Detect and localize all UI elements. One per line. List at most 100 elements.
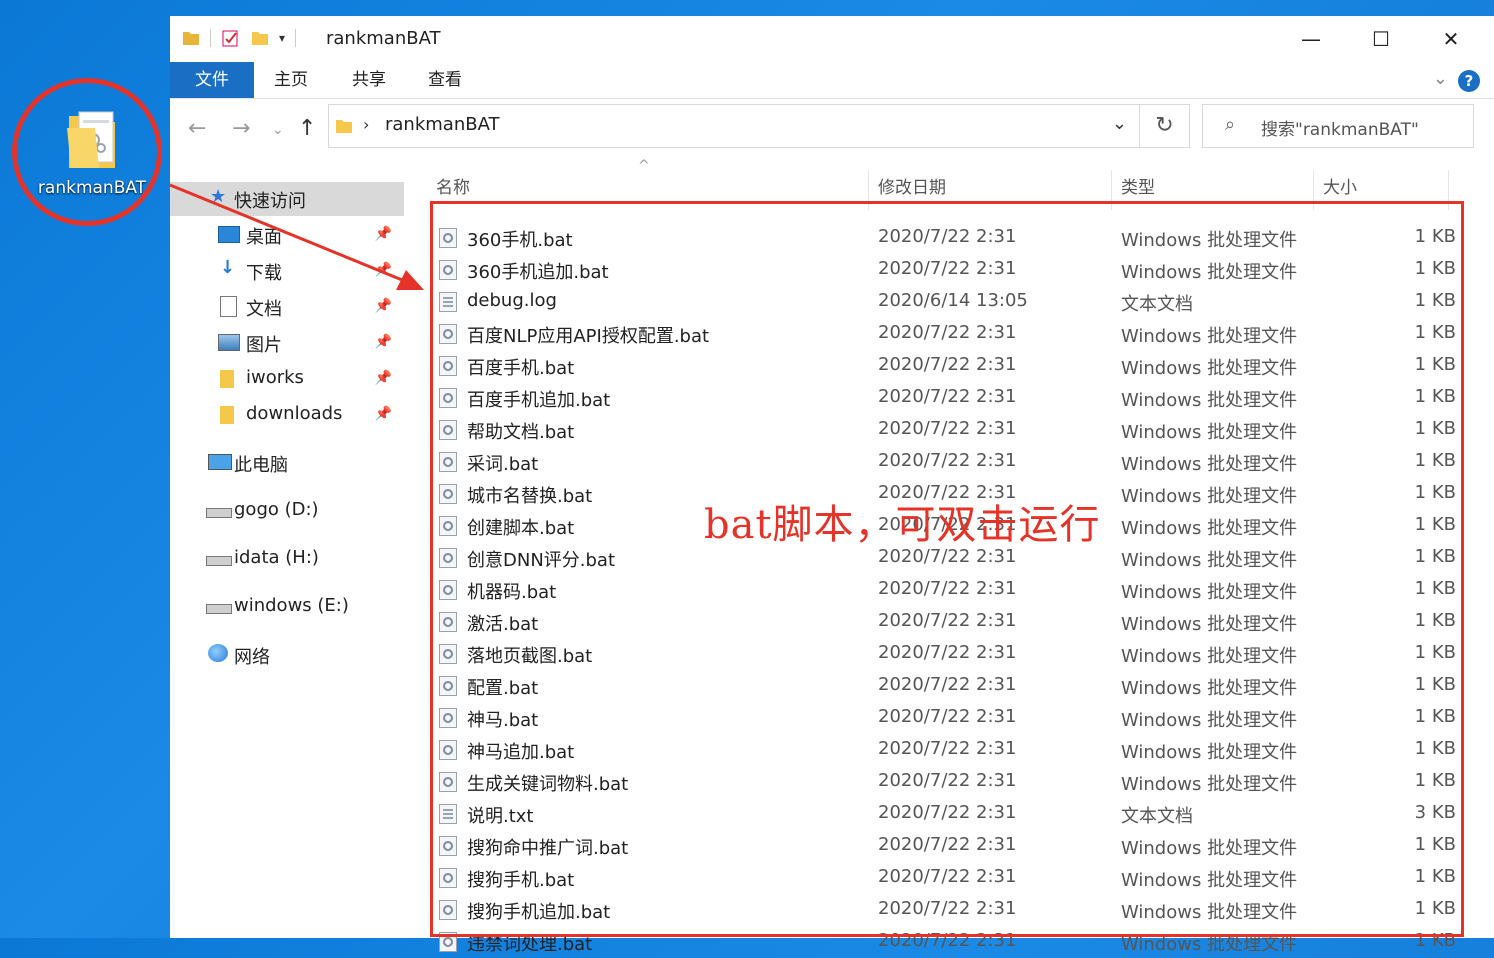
file-type: Windows 批处理文件 <box>1121 550 1298 571</box>
minimize-button[interactable]: — <box>1276 16 1346 62</box>
file-name: 采词.bat <box>467 454 539 475</box>
batch-file-icon <box>439 740 457 760</box>
address-dropdown-icon[interactable]: ⌄ <box>1112 113 1127 134</box>
table-row[interactable]: 生成关键词物料.bat 2020/7/22 2:31 Windows 批处理文件 1 … <box>428 766 1468 798</box>
file-date: 2020/7/22 2:31 <box>878 578 1017 599</box>
quick-access-toolbar: ▾ <box>182 28 297 48</box>
expand-ribbon-icon[interactable]: ⌄ <box>1433 68 1448 89</box>
batch-file-icon <box>439 900 457 920</box>
table-row[interactable]: 百度手机.bat 2020/7/22 2:31 Windows 批处理文件 1 KB <box>428 350 1468 382</box>
nav-item-documents[interactable]: 文档 📌 <box>170 290 404 324</box>
nav-item-network[interactable]: 网络 <box>170 638 404 672</box>
table-row[interactable]: 百度NLP应用API授权配置.bat 2020/7/22 2:31 Windows … <box>428 318 1468 350</box>
address-row: ← → ⌄ ↑ › rankmanBAT ⌄ ↻ ⌕ 搜索"rankmanBAT… <box>170 104 1494 152</box>
file-size: 1 KB <box>1414 674 1456 695</box>
file-date: 2020/7/22 2:31 <box>878 802 1017 823</box>
tab-home[interactable]: 主页 <box>254 62 328 98</box>
file-type: Windows 批处理文件 <box>1121 230 1298 251</box>
table-row[interactable]: 搜狗命中推广词.bat 2020/7/22 2:31 Windows 批处理文件 1 … <box>428 830 1468 862</box>
table-row[interactable]: 搜狗手机追加.bat 2020/7/22 2:31 Windows 批处理文件 1 K… <box>428 894 1468 926</box>
file-name: 说明.txt <box>467 806 534 827</box>
table-row[interactable]: 激活.bat 2020/7/22 2:31 Windows 批处理文件 1 KB <box>428 606 1468 638</box>
table-row[interactable]: 神马追加.bat 2020/7/22 2:31 Windows 批处理文件 1 KB <box>428 734 1468 766</box>
batch-file-icon <box>439 452 457 472</box>
nav-label: 桌面 <box>246 227 282 248</box>
document-icon <box>220 296 237 317</box>
search-box[interactable]: ⌕ 搜索"rankmanBAT" <box>1202 104 1474 148</box>
file-type: Windows 批处理文件 <box>1121 454 1298 475</box>
column-header-type[interactable]: 类型 <box>1121 166 1155 210</box>
title-bar: ▾ rankmanBAT — ☐ ✕ <box>170 16 1494 62</box>
file-type: Windows 批处理文件 <box>1121 838 1298 859</box>
table-row[interactable]: 机器码.bat 2020/7/22 2:31 Windows 批处理文件 1 KB <box>428 574 1468 606</box>
file-size: 1 KB <box>1414 834 1456 855</box>
nav-item-this-pc[interactable]: 此电脑 <box>170 446 404 480</box>
nav-label: 文档 <box>246 299 282 320</box>
table-row[interactable]: 百度手机追加.bat 2020/7/22 2:31 Windows 批处理文件 1 K… <box>428 382 1468 414</box>
column-header-size[interactable]: 大小 <box>1323 166 1357 210</box>
tab-file[interactable]: 文件 <box>170 62 254 98</box>
address-bar[interactable]: › rankmanBAT ⌄ <box>328 104 1140 148</box>
table-row[interactable]: 落地页截图.bat 2020/7/22 2:31 Windows 批处理文件 1 KB <box>428 638 1468 670</box>
new-folder-icon[interactable] <box>251 29 269 47</box>
batch-file-icon <box>439 676 457 696</box>
table-row[interactable]: 违禁词处理.bat 2020/7/22 2:31 Windows 批处理文件 1 KB <box>428 926 1468 958</box>
table-row[interactable]: 360手机追加.bat 2020/7/22 2:31 Windows 批处理文件 1 … <box>428 254 1468 286</box>
nav-item-drive-d[interactable]: gogo (D:) <box>170 494 404 528</box>
customize-toolbar-icon[interactable]: ▾ <box>279 31 285 45</box>
file-size: 1 KB <box>1414 482 1456 503</box>
tab-view[interactable]: 查看 <box>408 62 482 98</box>
file-name: 创建脚本.bat <box>467 518 575 539</box>
nav-label: 此电脑 <box>234 455 288 476</box>
nav-item-downloads-folder[interactable]: downloads 📌 <box>170 398 404 432</box>
file-size: 1 KB <box>1414 866 1456 887</box>
nav-label: 快速访问 <box>234 191 306 212</box>
file-date: 2020/7/22 2:31 <box>878 258 1017 279</box>
nav-label: 网络 <box>234 647 270 668</box>
batch-file-icon <box>439 708 457 728</box>
pin-icon: 📌 <box>374 334 392 350</box>
column-header-date[interactable]: 修改日期 <box>878 166 946 210</box>
column-header-name[interactable]: 名称 <box>436 166 470 210</box>
folder-icon <box>183 32 199 45</box>
up-button[interactable]: ↑ <box>298 116 316 141</box>
file-size: 1 KB <box>1414 930 1456 951</box>
recent-locations-icon[interactable]: ⌄ <box>272 122 284 138</box>
back-button[interactable]: ← <box>188 116 206 141</box>
refresh-button[interactable]: ↻ <box>1140 104 1190 148</box>
nav-item-desktop[interactable]: 桌面 📌 <box>170 218 404 252</box>
batch-file-icon <box>439 868 457 888</box>
nav-quick-access[interactable]: ★ 快速访问 <box>170 182 404 216</box>
file-name: 生成关键词物料.bat <box>467 774 629 795</box>
nav-item-drive-e[interactable]: windows (E:) <box>170 590 404 624</box>
batch-file-icon <box>439 420 457 440</box>
help-button[interactable]: ? <box>1458 70 1480 92</box>
table-row[interactable]: 搜狗手机.bat 2020/7/22 2:31 Windows 批处理文件 1 KB <box>428 862 1468 894</box>
tab-share[interactable]: 共享 <box>332 62 406 98</box>
table-row[interactable]: 说明.txt 2020/7/22 2:31 文本文档 3 KB <box>428 798 1468 830</box>
pin-icon: 📌 <box>374 262 392 278</box>
pin-icon: 📌 <box>374 370 392 386</box>
batch-file-icon <box>439 580 457 600</box>
drive-icon <box>206 604 232 614</box>
nav-item-drive-h[interactable]: idata (H:) <box>170 542 404 576</box>
drive-icon <box>206 508 232 518</box>
table-row[interactable]: 采词.bat 2020/7/22 2:31 Windows 批处理文件 1 KB <box>428 446 1468 478</box>
table-row[interactable]: debug.log 2020/6/14 13:05 文本文档 1 KB <box>428 286 1468 318</box>
file-date: 2020/7/22 2:31 <box>878 866 1017 887</box>
nav-item-downloads[interactable]: ↓ 下载 📌 <box>170 254 404 288</box>
table-row[interactable]: 神马.bat 2020/7/22 2:31 Windows 批处理文件 1 KB <box>428 702 1468 734</box>
nav-item-iworks[interactable]: iworks 📌 <box>170 362 404 396</box>
table-row[interactable]: 360手机.bat 2020/7/22 2:31 Windows 批处理文件 1 KB <box>428 222 1468 254</box>
table-row[interactable]: 配置.bat 2020/7/22 2:31 Windows 批处理文件 1 KB <box>428 670 1468 702</box>
file-name: 百度手机.bat <box>467 358 575 379</box>
file-name: 搜狗手机.bat <box>467 870 575 891</box>
maximize-button[interactable]: ☐ <box>1346 16 1416 62</box>
search-icon: ⌕ <box>1225 114 1236 135</box>
table-row[interactable]: 帮助文档.bat 2020/7/22 2:31 Windows 批处理文件 1 KB <box>428 414 1468 446</box>
annotation-text: bat脚本，可双击运行 <box>704 502 1101 548</box>
nav-item-pictures[interactable]: 图片 📌 <box>170 326 404 360</box>
close-button[interactable]: ✕ <box>1416 16 1486 62</box>
forward-button[interactable]: → <box>232 116 250 141</box>
properties-icon[interactable] <box>221 28 241 48</box>
